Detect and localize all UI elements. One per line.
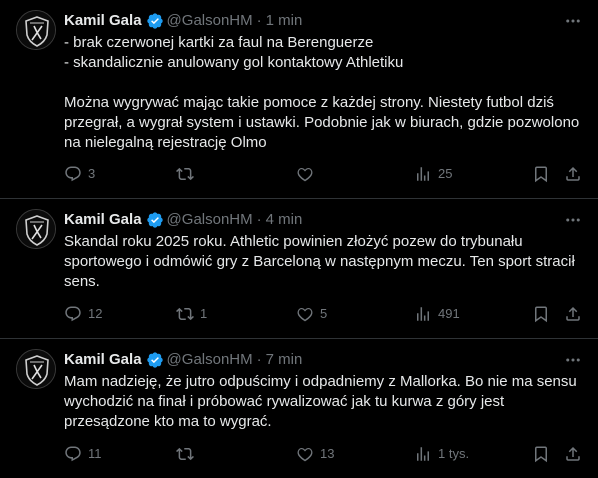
views-button[interactable]: 491 <box>414 305 460 323</box>
timestamp[interactable]: 4 min <box>266 211 303 229</box>
reply-button[interactable]: 3 <box>64 165 95 183</box>
handle[interactable]: @GalsonHM <box>167 12 253 30</box>
reply-count: 12 <box>88 306 103 321</box>
views-button[interactable]: 1 tys. <box>414 445 469 463</box>
views-count: 491 <box>438 306 460 321</box>
avatar[interactable] <box>16 10 56 50</box>
handle[interactable]: @GalsonHM <box>167 351 253 369</box>
avatar[interactable] <box>16 209 56 249</box>
verified-badge-icon <box>146 12 164 30</box>
tweet[interactable]: Kamil Gala @GalsonHM · 4 min Skandal rok… <box>0 199 598 339</box>
share-icon <box>566 166 580 181</box>
retweet-icon <box>176 447 194 461</box>
reply-icon <box>65 306 81 322</box>
bookmark-icon <box>535 446 547 463</box>
tweet[interactable]: Kamil Gala @GalsonHM · 7 min Mam nadziej… <box>0 339 598 478</box>
reply-count: 3 <box>88 166 96 181</box>
views-count: 1 tys. <box>438 446 470 461</box>
timeline: Kamil Gala @GalsonHM · 1 min - brak czer… <box>0 0 598 478</box>
like-button[interactable]: 13 <box>296 445 334 463</box>
action-bar: 11 13 1 tys. <box>64 444 582 464</box>
retweet-button[interactable] <box>176 165 200 183</box>
retweet-button[interactable] <box>176 445 200 463</box>
tweet-text: Skandal roku 2025 roku. Athletic powinie… <box>64 233 575 290</box>
views-button[interactable]: 25 <box>414 165 452 183</box>
reply-icon <box>65 166 81 182</box>
tweet-header: Kamil Gala @GalsonHM · 1 min <box>64 12 582 30</box>
share-icon <box>566 446 580 461</box>
separator-dot: · <box>256 12 262 29</box>
views-count: 25 <box>438 166 453 181</box>
bookmark-icon <box>535 166 547 183</box>
like-count: 5 <box>320 306 328 321</box>
separator-dot: · <box>256 211 262 228</box>
bookmark-button[interactable] <box>532 445 550 463</box>
reply-icon <box>65 446 81 462</box>
retweet-button[interactable]: 1 <box>176 305 207 323</box>
club-crest-icon <box>17 11 55 49</box>
share-icon <box>566 306 580 321</box>
separator-dot: · <box>256 351 262 368</box>
display-name[interactable]: Kamil Gala <box>64 12 142 30</box>
like-icon <box>297 447 313 462</box>
retweet-count: 1 <box>200 306 208 321</box>
tweet-header: Kamil Gala @GalsonHM · 7 min <box>64 351 582 369</box>
like-icon <box>297 307 313 322</box>
reply-button[interactable]: 11 <box>64 445 102 463</box>
like-count: 13 <box>320 446 335 461</box>
verified-badge-icon <box>146 211 164 229</box>
views-icon <box>417 307 429 321</box>
club-crest-icon <box>17 210 55 248</box>
like-button[interactable] <box>296 165 320 183</box>
tweet-header: Kamil Gala @GalsonHM · 4 min <box>64 211 582 229</box>
views-icon <box>417 167 429 181</box>
display-name[interactable]: Kamil Gala <box>64 211 142 229</box>
share-button[interactable] <box>564 165 582 183</box>
bookmark-icon <box>535 306 547 323</box>
retweet-icon <box>176 167 194 181</box>
views-icon <box>417 447 429 461</box>
reply-count: 11 <box>88 446 102 461</box>
avatar[interactable] <box>16 349 56 389</box>
display-name[interactable]: Kamil Gala <box>64 351 142 369</box>
like-icon <box>297 167 313 182</box>
reply-button[interactable]: 12 <box>64 305 102 323</box>
tweet[interactable]: Kamil Gala @GalsonHM · 1 min - brak czer… <box>0 0 598 199</box>
like-button[interactable]: 5 <box>296 305 327 323</box>
verified-badge-icon <box>146 351 164 369</box>
tweet-text: Mam nadzieję, że jutro odpuścimy i odpad… <box>64 373 577 430</box>
share-button[interactable] <box>564 445 582 463</box>
bookmark-button[interactable] <box>532 165 550 183</box>
share-button[interactable] <box>564 305 582 323</box>
action-bar: 3 25 <box>64 164 582 184</box>
action-bar: 12 1 5 491 <box>64 304 582 324</box>
bookmark-button[interactable] <box>532 305 550 323</box>
club-crest-icon <box>17 350 55 388</box>
timestamp[interactable]: 1 min <box>266 12 303 30</box>
timestamp[interactable]: 7 min <box>266 351 303 369</box>
more-options-icon[interactable] <box>564 211 582 229</box>
more-options-icon[interactable] <box>564 351 582 369</box>
retweet-icon <box>176 307 194 321</box>
handle[interactable]: @GalsonHM <box>167 211 253 229</box>
tweet-text: - brak czerwonej kartki za faul na Beren… <box>64 34 580 151</box>
more-options-icon[interactable] <box>564 12 582 30</box>
